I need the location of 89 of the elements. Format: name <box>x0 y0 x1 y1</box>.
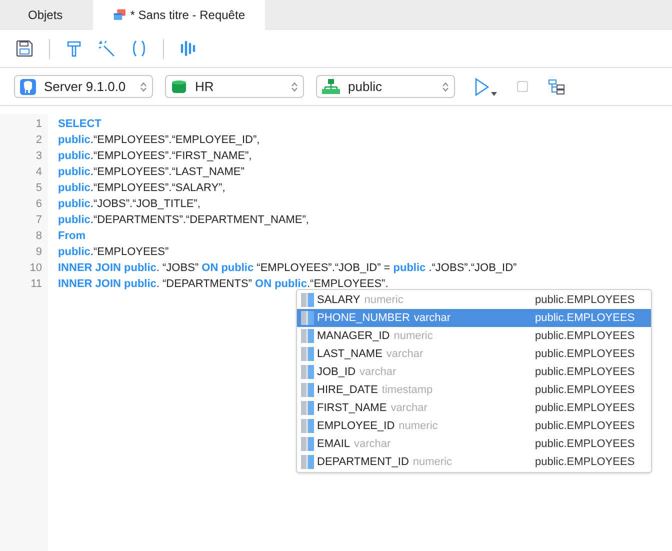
run-icon[interactable] <box>475 78 489 96</box>
column-name: MANAGER_ID <box>317 328 390 344</box>
code-line: public.“EMPLOYEES”.“EMPLOYEE_ID”, <box>58 133 261 148</box>
magic-wand-icon[interactable] <box>98 40 115 57</box>
table-name: public.EMPLOYEES <box>535 436 636 452</box>
column-type: varchar <box>354 436 391 452</box>
table-name: public.EMPLOYEES <box>535 382 636 398</box>
column-icon <box>301 347 314 361</box>
line-number: 5 <box>36 181 42 196</box>
database-icon <box>171 78 187 94</box>
hammer-icon[interactable] <box>66 40 82 57</box>
code-line: INNER JOIN public. “DEPARTMENTS” ON public.“EMPLOYEES”. <box>58 277 390 292</box>
code-line: public.“EMPLOYEES”.“SALARY”, <box>58 181 226 196</box>
caret-icon[interactable] <box>491 92 497 96</box>
parentheses-icon[interactable] <box>131 40 147 57</box>
suggestion-item[interactable]: JOB_ID varchar public.EMPLOYEES <box>297 363 651 381</box>
line-number: 10 <box>30 261 42 276</box>
column-name: DEPARTMENT_ID <box>317 454 409 470</box>
code-line: INNER JOIN public. “JOBS” ON public “EMPLOYEES”.“JOB_ID” = public .“JOBS”.“JOB_ID” <box>58 261 517 276</box>
table-name: public.EMPLOYEES <box>535 346 636 362</box>
column-name: EMPLOYEE_ID <box>317 418 395 434</box>
dropdown[interactable]: HR <box>165 75 304 98</box>
code-line: From <box>58 229 86 244</box>
column-name: LAST_NAME <box>317 346 382 362</box>
suggestion-item[interactable]: HIRE_DATE timestamp public.EMPLOYEES <box>297 381 651 399</box>
column-name: HIRE_DATE <box>317 382 378 398</box>
column-name: SALARY <box>317 292 360 308</box>
stepper-icon <box>291 82 298 92</box>
line-number: 8 <box>36 229 42 244</box>
tab[interactable]: * Sans titre - Requête <box>93 0 265 30</box>
column-name: FIRST_NAME <box>317 400 387 416</box>
suggestion-item[interactable]: EMPLOYEE_ID numeric public.EMPLOYEES <box>297 417 651 435</box>
suggestion-item[interactable]: FIRST_NAME varchar public.EMPLOYEES <box>297 399 651 417</box>
line-number: 1 <box>36 117 42 132</box>
code-line: public.“EMPLOYEES” <box>58 245 170 260</box>
elephant-icon <box>20 78 36 94</box>
column-type: varchar <box>414 310 451 326</box>
line-number: 4 <box>36 165 42 180</box>
suggestion-item[interactable]: LAST_NAME varchar public.EMPLOYEES <box>297 345 651 363</box>
column-type: varchar <box>360 364 396 380</box>
column-name: EMAIL <box>317 436 350 452</box>
column-icon <box>301 293 314 307</box>
line-number: 2 <box>36 133 42 148</box>
column-type: numeric <box>412 454 452 470</box>
column-icon <box>301 311 314 325</box>
line-number: 11 <box>30 277 42 292</box>
table-name: public.EMPLOYEES <box>535 364 636 380</box>
suggestion-item[interactable]: EMAIL varchar public.EMPLOYEES <box>297 435 651 453</box>
column-icon <box>301 365 314 379</box>
suggestion-item[interactable]: DEPARTMENT_ID numeric public.EMPLOYEES <box>297 453 651 471</box>
hierarchy-icon <box>322 78 340 94</box>
waveform-icon[interactable] <box>180 40 196 57</box>
suggestion-item[interactable]: SALARY numeric public.EMPLOYEES <box>297 291 651 309</box>
column-type: numeric <box>394 328 433 344</box>
table-name: public.EMPLOYEES <box>535 454 636 470</box>
table-name: public.EMPLOYEES <box>535 328 636 344</box>
dropdown[interactable]: public <box>316 75 455 98</box>
column-type: numeric <box>364 292 404 308</box>
code-line: public.“JOBS”.“JOB_TITLE”, <box>58 197 202 212</box>
table-name: public.EMPLOYEES <box>535 292 636 308</box>
table-name: public.EMPLOYEES <box>535 310 636 326</box>
code-line: public.“DEPARTMENTS”.“DEPARTMENT_NAME”, <box>58 213 310 228</box>
stepper-icon <box>140 82 147 92</box>
column-name: PHONE_NUMBER <box>317 310 410 326</box>
column-type: timestamp <box>382 382 433 398</box>
column-icon <box>301 329 314 343</box>
table-name: public.EMPLOYEES <box>535 400 636 416</box>
code-line: public.“EMPLOYEES”.“FIRST_NAME”, <box>58 149 253 164</box>
line-number: 7 <box>36 213 42 228</box>
column-icon <box>301 401 314 415</box>
dropdown[interactable]: Server 9.1.0.0 <box>14 75 153 98</box>
column-type: varchar <box>386 346 424 362</box>
code-line: public.“EMPLOYEES”.“LAST_NAME” <box>58 165 246 180</box>
line-number: 9 <box>36 245 42 260</box>
diagram-icon[interactable] <box>548 78 565 94</box>
line-number: 3 <box>36 149 42 164</box>
suggestion-item[interactable]: MANAGER_ID numeric public.EMPLOYEES <box>297 327 651 345</box>
column-name: JOB_ID <box>317 364 356 380</box>
table-name: public.EMPLOYEES <box>535 418 636 434</box>
stepper-icon <box>442 82 449 92</box>
column-icon <box>301 437 314 451</box>
column-icon <box>301 455 314 469</box>
code-line: SELECT <box>58 117 102 132</box>
line-number: 6 <box>36 197 42 212</box>
column-type: varchar <box>390 400 428 416</box>
column-icon <box>301 419 314 433</box>
save-icon[interactable] <box>16 40 33 57</box>
column-type: numeric <box>398 418 438 434</box>
column-icon <box>301 383 314 397</box>
